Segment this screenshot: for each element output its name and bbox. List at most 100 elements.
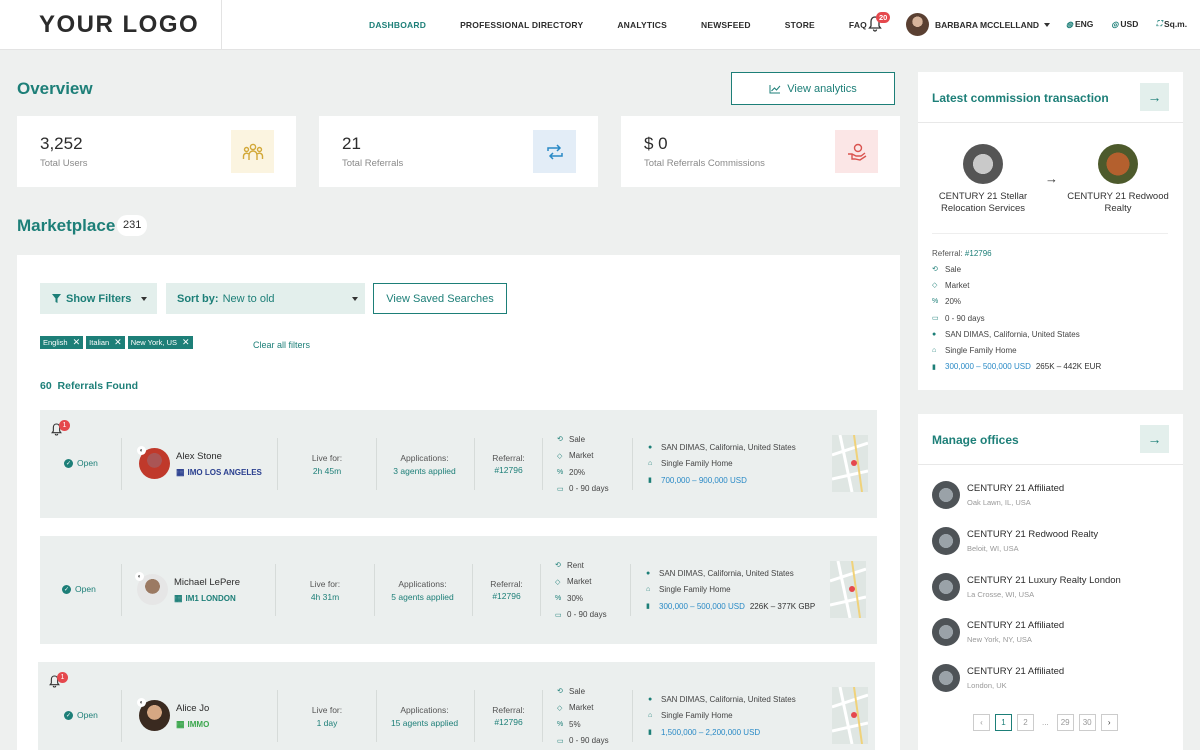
page-button[interactable]: 30 [1078, 714, 1096, 731]
agent-name[interactable]: Alex Stone [176, 451, 222, 462]
language-selector[interactable]: ◍ ENG [1066, 19, 1102, 29]
filter-chip[interactable]: Italian ✕ [86, 336, 125, 349]
agent-office[interactable]: ▦ IMMO [176, 719, 209, 730]
timeframe: 0 - 90 days [569, 736, 609, 746]
agent-name[interactable]: Alice Jo [176, 703, 209, 714]
logo[interactable]: YOUR LOGO [0, 0, 222, 50]
arrow-right-icon: → [1045, 171, 1058, 186]
view-saved-searches-button[interactable]: View Saved Searches [373, 283, 507, 314]
referral-label: Referral: [932, 249, 963, 258]
page-button[interactable]: 2 [1017, 714, 1034, 731]
preferences: ◍ ENG ◎ USD ⛶ Sq.m. [1066, 19, 1200, 29]
deal-type: Sale [569, 686, 586, 696]
area-icon: ⛶ [1156, 19, 1162, 28]
show-filters-button[interactable]: Show Filters [40, 283, 157, 314]
filter-chip[interactable]: English ✕ [40, 336, 84, 349]
close-icon[interactable]: ✕ [114, 337, 122, 348]
close-icon[interactable]: ✕ [182, 337, 190, 348]
close-icon[interactable]: ✕ [73, 337, 81, 348]
listing-location: ● SAN DIMAS, California, United States ⌂ S… [646, 565, 815, 615]
map-thumbnail[interactable] [832, 687, 868, 744]
referral-label: Referral: [492, 453, 525, 463]
unit-selector[interactable]: ⛶ Sq.m. [1156, 19, 1196, 29]
currency-selector[interactable]: ◎ USD [1111, 19, 1147, 29]
nav-professional-directory[interactable]: PROFESSIONAL DIRECTORY [460, 20, 583, 30]
listing-row[interactable]: 1 ✓ Open ◐ Alice Jo ▦ IMMO Live for: 1 day… [38, 662, 875, 750]
tag-icon: ◇ [932, 282, 938, 290]
arrow-right-icon[interactable]: → [1140, 425, 1169, 453]
repeat-icon: ⟲ [557, 688, 563, 696]
info-icon: ◐ [137, 698, 146, 707]
nav-analytics[interactable]: ANALYTICS [617, 20, 667, 30]
office-name: CENTURY 21 Affiliated [967, 483, 1065, 494]
page-ellipsis: ... [1042, 718, 1049, 727]
tag-icon: ◇ [555, 578, 561, 586]
percent-icon: % [557, 468, 564, 476]
office-name: CENTURY 21 Luxury Realty London [967, 575, 1121, 586]
divider [632, 438, 633, 490]
clear-all-filters-link[interactable]: Clear all filters [253, 340, 310, 350]
page-button[interactable]: 29 [1056, 714, 1074, 731]
agent-name[interactable]: Michael LePere [174, 577, 240, 588]
office-item[interactable]: CENTURY 21 Redwood Realty Beloit, WI, USA [932, 523, 1098, 559]
map-pin-icon: ● [932, 330, 937, 338]
filter-icon [52, 294, 61, 303]
listing-details: ⟲ Rent ◇ Market % 30% ▭ 0 - 90 days [555, 557, 607, 623]
price-basis: Market [569, 703, 594, 713]
nav-dashboard[interactable]: DASHBOARD [369, 20, 426, 30]
map-pin-icon: ● [648, 695, 653, 703]
avatar[interactable]: ◐ [137, 698, 170, 731]
sort-select[interactable]: Sort by: New to old [166, 283, 365, 314]
agent-office[interactable]: ▦ IM1 LONDON [174, 593, 236, 604]
office-label: IM1 LONDON [185, 594, 236, 603]
applications-value[interactable]: 15 agents applied [387, 718, 462, 728]
avatar[interactable]: ◐ [135, 572, 168, 605]
commission: 30% [567, 593, 584, 603]
applications-value[interactable]: 5 agents applied [385, 592, 460, 602]
office-location: London, UK [967, 681, 1007, 690]
check-icon: ✓ [64, 710, 73, 720]
referral-value[interactable]: #12796 [486, 465, 531, 475]
office-item[interactable]: CENTURY 21 Luxury Realty London La Crosse… [932, 569, 1121, 605]
view-analytics-button[interactable]: View analytics [731, 72, 895, 105]
referral-value[interactable]: #12796 [484, 591, 529, 601]
agent-office[interactable]: ▦ IMO LOS ANGELES [176, 467, 262, 478]
office-item[interactable]: CENTURY 21 Affiliated Oak Lawn, IL, USA [932, 477, 1064, 513]
percent-icon: % [557, 720, 564, 728]
map-thumbnail[interactable] [832, 435, 868, 492]
nav-faq[interactable]: FAQ [849, 20, 867, 30]
referral-value[interactable]: #12796 [965, 249, 992, 258]
divider [374, 564, 375, 616]
applications-value[interactable]: 3 agents applied [387, 466, 462, 476]
chevron-down-icon [1044, 22, 1051, 27]
unit-label: Sq.m. [1163, 19, 1188, 29]
percent-icon: % [932, 298, 939, 306]
user-menu[interactable]: BARBARA MCCLELLAND [906, 13, 1051, 36]
office-item[interactable]: CENTURY 21 Affiliated New York, NY, USA [932, 614, 1064, 650]
chevron-left-icon[interactable]: ‹ [973, 714, 990, 731]
calendar-icon: ▭ [557, 737, 564, 745]
listing-row[interactable]: 1 ✓ Open ◐ Alex Stone ▦ IMO LOS ANGELES Li… [40, 410, 877, 518]
nav-store[interactable]: STORE [785, 20, 815, 30]
stat-label: Total Users [40, 158, 88, 169]
building-icon: ▦ [176, 467, 185, 477]
avatar[interactable]: ◐ [137, 446, 170, 479]
location: SAN DIMAS, California, United States [661, 442, 796, 452]
office-item[interactable]: CENTURY 21 Affiliated London, UK [932, 660, 1064, 696]
map-thumbnail[interactable] [830, 561, 866, 618]
nav-newsfeed[interactable]: NEWSFEED [701, 20, 751, 30]
from-office: CENTURY 21 Stellar Relocation Services [938, 191, 1028, 214]
location: SAN DIMAS, California, United States [659, 568, 794, 578]
arrow-right-icon[interactable]: → [1140, 83, 1169, 111]
listing-row[interactable]: ✓ Open ◐ Michael LePere ▦ IM1 LONDON Live … [40, 536, 877, 644]
page-button[interactable]: 1 [995, 714, 1012, 731]
referral-value[interactable]: #12796 [486, 717, 531, 727]
live-label: Live for: [311, 453, 343, 463]
stat-card-referrals: 21 Total Referrals [319, 116, 598, 187]
filter-chip[interactable]: New York, US ✕ [127, 336, 193, 349]
divider [632, 690, 633, 742]
stat-label: Total Referrals [342, 158, 404, 169]
chevron-down-icon [352, 297, 358, 301]
chevron-right-icon[interactable]: › [1100, 714, 1118, 731]
applications-label: Applications: [400, 705, 449, 715]
